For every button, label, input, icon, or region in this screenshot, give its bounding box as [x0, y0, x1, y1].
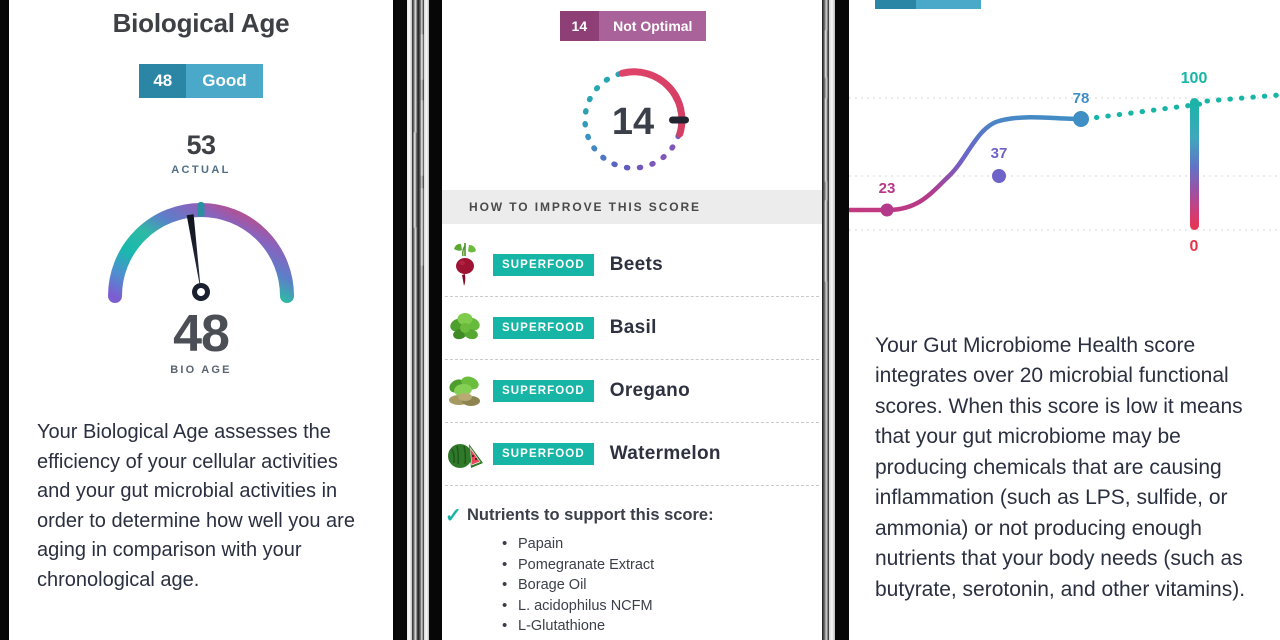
data-point-78: [1073, 111, 1089, 127]
score-badge: 48 Good: [139, 64, 263, 98]
cellular-health-ring: 14: [466, 61, 800, 179]
phone2-mute-switch[interactable]: [420, 34, 424, 80]
bio-age-gauge: [37, 188, 365, 306]
actual-age-label: ACTUAL: [171, 164, 231, 176]
data-label-37: 37: [991, 145, 1008, 162]
superfood-tag: SUPERFOOD: [493, 317, 594, 339]
phone-gut-microbiome: 78 Good: [822, 0, 1280, 640]
list-item: L. acidophilus NCFM: [502, 595, 819, 617]
ring-value: 14: [612, 101, 654, 143]
phone2-volume-up-button[interactable]: [420, 100, 424, 176]
superfood-name: Basil: [609, 317, 657, 338]
phone3-mute-switch[interactable]: [824, 30, 828, 78]
actual-age-value: 53: [186, 130, 216, 160]
superfood-tag: SUPERFOOD: [493, 443, 594, 465]
list-item[interactable]: SUPERFOOD Watermelon: [445, 423, 819, 486]
watermelon-icon: [445, 431, 485, 477]
biological-age-description: Your Biological Age assesses the efficie…: [37, 421, 355, 591]
superfood-tag: SUPERFOOD: [493, 380, 594, 402]
gut-microbiome-description: Your Gut Microbiome Health score integra…: [875, 334, 1246, 601]
data-label-78: 78: [1073, 90, 1090, 107]
oregano-icon: [445, 368, 485, 414]
phone2-volume-down-button[interactable]: [420, 188, 424, 266]
screenshot-stage: Biological Age 48 Good 53 ACTUAL 48 BIO …: [0, 0, 1280, 640]
data-point-23: [880, 203, 894, 217]
gauge-svg: [108, 202, 294, 303]
score-badge-value: 78: [875, 0, 916, 9]
phone3-volume-up-button[interactable]: [824, 98, 828, 182]
phone1-power-button[interactable]: [413, 132, 417, 228]
scale-bar: [1190, 98, 1199, 230]
score-badge-value: 48: [139, 64, 187, 98]
data-label-23: 23: [879, 180, 896, 197]
score-badge-value: 14: [559, 11, 600, 41]
bio-age-label: BIO AGE: [170, 364, 232, 376]
scale-bottom-label: 0: [1190, 238, 1199, 255]
list-item: Pomegranate Extract: [502, 554, 819, 576]
nutrients-title: Nutrients to support this score:: [467, 506, 714, 524]
score-badge-label: Not Optimal: [599, 11, 707, 41]
phone3-left-bezel: [822, 0, 829, 640]
superfood-name: Watermelon: [609, 443, 721, 464]
page-title: Biological Age: [112, 8, 290, 38]
list-item[interactable]: SUPERFOOD Oregano: [445, 360, 819, 423]
phone2-screen: Cellular Health 14 Not Optimal: [442, 0, 824, 640]
projection-line-extension: [1204, 92, 1279, 104]
basil-icon: [445, 305, 485, 351]
phone1-screen: Biological Age 48 Good 53 ACTUAL 48 BIO …: [9, 0, 393, 640]
list-item: Papain: [502, 533, 819, 555]
list-item[interactable]: SUPERFOOD Beets: [445, 234, 819, 297]
score-badge: 78 Good: [875, 0, 981, 9]
chart-svg: 23 37 78 100 0: [849, 70, 1279, 255]
nutrients-list: Papain Pomegranate Extract Borage Oil L.…: [445, 533, 819, 637]
projection-line: [1082, 101, 1204, 122]
superfood-name: Oregano: [609, 380, 690, 401]
phone2-left-inner: [429, 0, 442, 640]
list-item: L-Glutathione: [502, 615, 819, 637]
data-point-37: [992, 169, 1006, 183]
list-item: Borage Oil: [502, 574, 819, 596]
how-to-improve-header: HOW TO IMPROVE THIS SCORE: [442, 190, 824, 224]
beet-icon: [445, 242, 485, 288]
superfood-tag: SUPERFOOD: [493, 254, 594, 276]
phone3-screen: 78 Good: [849, 0, 1280, 640]
gut-microbiome-chart: 23 37 78 100 0: [849, 15, 1280, 265]
phone1-left-inner: [0, 0, 7, 640]
list-item[interactable]: SUPERFOOD Basil: [445, 297, 819, 360]
phone3-left-inner: [835, 0, 849, 640]
score-badge: 14 Not Optimal: [559, 11, 707, 41]
phone3-volume-down-button[interactable]: [824, 200, 828, 282]
phone-biological-age: Biological Age 48 Good 53 ACTUAL 48 BIO …: [0, 0, 418, 640]
scale-top-label: 100: [1181, 70, 1208, 87]
superfood-name: Beets: [609, 254, 663, 275]
gauge-needle: [186, 214, 210, 301]
ring-svg: 14: [582, 68, 689, 171]
score-badge-label: Good: [915, 0, 981, 9]
nutrients-header: ✓ Nutrients to support this score:: [445, 506, 819, 526]
superfood-list: SUPERFOOD Beets SUPERFOOD Basil SUPERFOO…: [442, 234, 824, 637]
phone1-right-bezel-shine: [407, 0, 412, 640]
score-badge-label: Good: [186, 64, 263, 98]
phone-cellular-health: Cellular Health 14 Not Optimal: [418, 0, 848, 640]
check-icon: ✓: [445, 505, 462, 527]
bio-age-value: 48: [173, 305, 230, 363]
phone1-right-inner: [395, 0, 407, 640]
